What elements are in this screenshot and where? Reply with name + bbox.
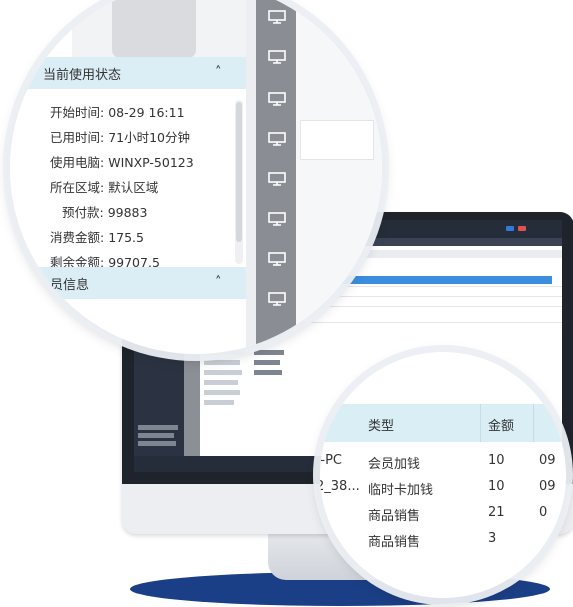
screen-grid-cell	[204, 360, 240, 365]
pc-cell: 2_38...	[320, 479, 360, 494]
prepaid-value: 99883	[107, 205, 148, 220]
zoom-bubble-status-panel: 当前使用状态 ˄ 开始时间: 08-29 16:11 已用时间: 71小时10分…	[10, 0, 382, 354]
computer-icon[interactable]	[268, 10, 286, 24]
screen-log-cell	[138, 441, 176, 446]
type-cell: 临时卡加钱	[368, 483, 434, 498]
member-info-title: 员信息	[50, 278, 90, 293]
screen-window-button[interactable]	[506, 226, 514, 231]
computer-icon[interactable]	[268, 252, 286, 266]
column-divider	[533, 404, 534, 442]
amount-cell: 3	[488, 531, 497, 546]
area-row: 所在区域: 默认区域	[50, 177, 158, 196]
pc-cell: /-PC	[320, 453, 342, 468]
avatar	[112, 0, 196, 58]
computer-value: WINXP-50123	[108, 155, 194, 170]
column-divider	[480, 404, 481, 442]
computer-icon[interactable]	[268, 172, 286, 186]
screen-grid-cell	[204, 380, 238, 385]
computer-icon[interactable]	[268, 292, 286, 306]
used-time-value: 71小时10分钟	[108, 130, 191, 145]
start-time-value: 08-29 16:11	[108, 105, 185, 120]
prepaid-row: 预付款: 99883	[62, 202, 147, 221]
amount-cell: 10	[488, 479, 505, 494]
area-value: 默认区域	[108, 180, 159, 195]
prepaid-label: 预付款:	[62, 205, 104, 220]
type-cell: 商品销售	[368, 535, 421, 550]
computer-row: 使用电脑: WINXP-50123	[50, 152, 194, 171]
spent-row: 消费金额: 175.5	[50, 227, 144, 246]
screen-window-button[interactable]	[518, 226, 526, 231]
screen-log-cell	[138, 425, 178, 430]
extra-cell: 0	[539, 505, 548, 520]
used-time-label: 已用时间:	[50, 130, 105, 145]
screen-log-cell	[138, 433, 174, 438]
amount-cell: 10	[488, 453, 505, 468]
screen-grid-cell	[254, 360, 280, 365]
computer-icon[interactable]	[268, 132, 286, 146]
computer-icon[interactable]	[268, 212, 286, 226]
start-time-label: 开始时间:	[50, 105, 105, 120]
amount-cell: 21	[488, 505, 505, 520]
status-panel-scroll-thumb[interactable]	[236, 102, 242, 242]
panel-divider[interactable]	[246, 0, 256, 354]
computer-icon[interactable]	[268, 50, 286, 64]
type-cell: 会员加钱	[368, 457, 421, 472]
column-header-type[interactable]: 类型	[368, 415, 394, 434]
screen-grid-cell	[204, 400, 234, 405]
column-header-amount[interactable]: 金额	[488, 415, 514, 434]
type-cell: 商品销售	[368, 509, 421, 524]
screen-grid-cell	[204, 390, 240, 395]
status-panel-title: 当前使用状态	[43, 68, 122, 83]
transactions-table-header: 类型 金额	[320, 404, 566, 442]
status-panel-header[interactable]: 当前使用状态 ˄	[10, 57, 246, 89]
member-info-header[interactable]: 员信息 ˄	[10, 267, 246, 299]
extra-cell: 09	[539, 479, 556, 494]
chevron-up-icon[interactable]: ˄	[215, 65, 222, 80]
screen-grid-cell	[254, 370, 282, 375]
spent-value: 175.5	[108, 230, 144, 245]
computer-icon[interactable]	[268, 92, 286, 106]
screen-grid-cell	[204, 370, 242, 375]
start-time-row: 开始时间: 08-29 16:11	[50, 102, 185, 121]
computer-label: 使用电脑:	[50, 155, 105, 170]
area-label: 所在区域:	[50, 180, 105, 195]
extra-cell: 09	[539, 453, 556, 468]
chevron-up-icon[interactable]: ˄	[215, 275, 222, 290]
content-area	[296, 0, 382, 354]
spent-label: 消费金额:	[50, 230, 105, 245]
zoom-bubble-transactions: 类型 金额 /-PC 会员加钱 10 09 2_38... 临时卡加钱 10 0…	[320, 352, 566, 598]
content-panel	[300, 120, 374, 160]
used-time-row: 已用时间: 71小时10分钟	[50, 127, 190, 146]
